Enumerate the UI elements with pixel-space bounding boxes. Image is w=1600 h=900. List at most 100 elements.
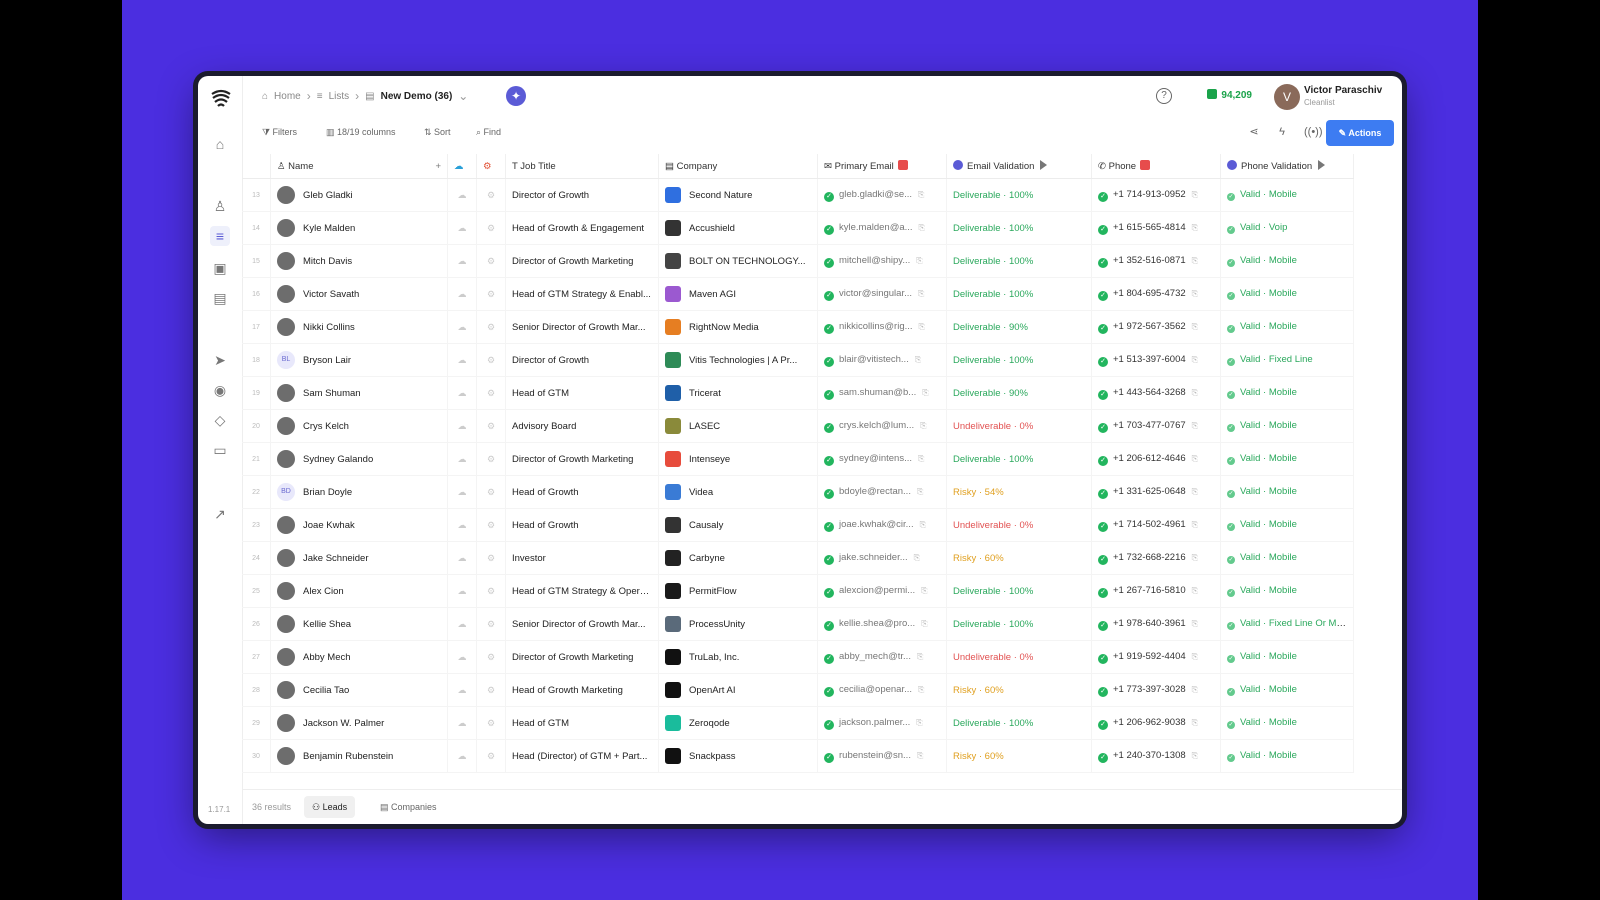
copy-icon[interactable]: ⎘	[919, 322, 925, 331]
header-email-validation[interactable]: Email Validation	[946, 154, 1092, 179]
cell-company[interactable]: Zeroqode	[658, 706, 818, 740]
cell-email-validation[interactable]: Deliverable · 100%	[946, 706, 1092, 740]
cell-phone[interactable]: ✓ +1 352-516-0871 ⎘	[1091, 244, 1221, 278]
copy-icon[interactable]: ⎘	[916, 718, 922, 727]
salesforce-sync-icon[interactable]: ☁	[447, 475, 477, 509]
copy-icon[interactable]: ⎘	[1192, 553, 1198, 562]
copy-icon[interactable]: ⎘	[1192, 388, 1198, 397]
cell-job-title[interactable]: Head of GTM	[505, 376, 659, 410]
help-icon[interactable]: ?	[1156, 88, 1172, 104]
ai-assist-button[interactable]: ✦	[506, 86, 526, 106]
cell-email[interactable]: ✓ blair@vitistech... ⎘	[817, 343, 947, 377]
cell-company[interactable]: Videa	[658, 475, 818, 509]
cell-phone-validation[interactable]: ✓ Valid · Mobile	[1220, 541, 1354, 575]
table-row[interactable]: 22 BD Brian Doyle ☁ ⚙ Head of Growth Vide…	[242, 475, 1354, 509]
hubspot-sync-icon[interactable]: ⚙	[476, 244, 506, 278]
hubspot-sync-icon[interactable]: ⚙	[476, 178, 506, 212]
hubspot-sync-icon[interactable]: ⚙	[476, 508, 506, 542]
cell-company[interactable]: Causaly	[658, 508, 818, 542]
cell-name[interactable]: BL Bryson Lair	[270, 343, 448, 377]
copy-icon[interactable]: ⎘	[918, 190, 924, 199]
cell-company[interactable]: Maven AGI	[658, 277, 818, 311]
copy-icon[interactable]: ⎘	[1192, 718, 1198, 727]
cell-company[interactable]: Intenseye	[658, 442, 818, 476]
cell-phone-validation[interactable]: ✓ Valid · Mobile	[1220, 574, 1354, 608]
cell-name[interactable]: Sam Shuman	[270, 376, 448, 410]
copy-icon[interactable]: ⎘	[1192, 586, 1198, 595]
cell-phone-validation[interactable]: ✓ Valid · Mobile	[1220, 376, 1354, 410]
cell-name[interactable]: Victor Savath	[270, 277, 448, 311]
cell-email[interactable]: ✓ mitchell@shipy... ⎘	[817, 244, 947, 278]
cell-phone[interactable]: ✓ +1 919-592-4404 ⎘	[1091, 640, 1221, 674]
cell-company[interactable]: TruLab, Inc.	[658, 640, 818, 674]
cell-job-title[interactable]: Director of Growth	[505, 178, 659, 212]
copy-icon[interactable]: ⎘	[1192, 751, 1198, 760]
table-row[interactable]: 27 Abby Mech ☁ ⚙ Director of Growth Mark…	[242, 640, 1354, 674]
copy-icon[interactable]: ⎘	[915, 355, 921, 364]
cell-phone[interactable]: ✓ +1 267-716-5810 ⎘	[1091, 574, 1221, 608]
book-icon[interactable]: ▤	[210, 288, 230, 308]
cell-email-validation[interactable]: Deliverable · 90%	[946, 376, 1092, 410]
copy-icon[interactable]: ⎘	[921, 619, 927, 628]
breadcrumb-home[interactable]: Home	[274, 91, 301, 102]
hubspot-sync-icon[interactable]: ⚙	[476, 376, 506, 410]
copy-icon[interactable]: ⎘	[1192, 190, 1198, 199]
cell-name[interactable]: Sydney Galando	[270, 442, 448, 476]
header-primary-email[interactable]: ✉ Primary Email	[817, 154, 947, 179]
cell-email[interactable]: ✓ abby_mech@tr... ⎘	[817, 640, 947, 674]
cell-phone-validation[interactable]: ✓ Valid · Mobile	[1220, 706, 1354, 740]
cell-job-title[interactable]: Advisory Board	[505, 409, 659, 443]
cell-company[interactable]: Accushield	[658, 211, 818, 245]
cell-email[interactable]: ✓ gleb.gladki@se... ⎘	[817, 178, 947, 212]
cell-job-title[interactable]: Director of Growth Marketing	[505, 640, 659, 674]
salesforce-sync-icon[interactable]: ☁	[447, 277, 477, 311]
table-row[interactable]: 18 BL Bryson Lair ☁ ⚙ Director of Growth …	[242, 343, 1354, 377]
cell-company[interactable]: PermitFlow	[658, 574, 818, 608]
cell-phone[interactable]: ✓ +1 714-502-4961 ⎘	[1091, 508, 1221, 542]
table-row[interactable]: 14 Kyle Malden ☁ ⚙ Head of Growth & Enga…	[242, 211, 1354, 245]
header-company[interactable]: ▤ Company	[658, 154, 818, 179]
copy-icon[interactable]: ⎘	[1192, 355, 1198, 364]
cell-phone[interactable]: ✓ +1 732-668-2216 ⎘	[1091, 541, 1221, 575]
send-icon[interactable]: ➤	[210, 350, 230, 370]
copy-icon[interactable]: ⎘	[1192, 619, 1198, 628]
table-row[interactable]: 25 Alex Cion ☁ ⚙ Head of GTM Strategy & …	[242, 574, 1354, 608]
tab-leads[interactable]: ⚇ Leads	[304, 796, 356, 818]
hubspot-sync-icon[interactable]: ⚙	[476, 211, 506, 245]
copy-icon[interactable]: ⎘	[1192, 487, 1198, 496]
cell-name[interactable]: Mitch Davis	[270, 244, 448, 278]
cell-name[interactable]: Benjamin Rubenstein	[270, 739, 448, 773]
breadcrumb-lists[interactable]: Lists	[329, 91, 350, 102]
copy-icon[interactable]: ⎘	[918, 289, 924, 298]
salesforce-sync-icon[interactable]: ☁	[447, 607, 477, 641]
salesforce-sync-icon[interactable]: ☁	[447, 640, 477, 674]
cell-email[interactable]: ✓ alexcion@permi... ⎘	[817, 574, 947, 608]
salesforce-sync-icon[interactable]: ☁	[447, 541, 477, 575]
table-row[interactable]: 16 Victor Savath ☁ ⚙ Head of GTM Strateg…	[242, 277, 1354, 311]
cell-company[interactable]: Second Nature	[658, 178, 818, 212]
cell-email-validation[interactable]: Undeliverable · 0%	[946, 640, 1092, 674]
table-row[interactable]: 24 Jake Schneider ☁ ⚙ Investor Carbyne ✓…	[242, 541, 1354, 575]
play-icon[interactable]	[1318, 160, 1326, 170]
copy-icon[interactable]: ⎘	[917, 652, 923, 661]
cell-phone-validation[interactable]: ✓ Valid · Mobile	[1220, 244, 1354, 278]
chart-icon[interactable]: ↗	[210, 504, 230, 524]
salesforce-sync-icon[interactable]: ☁	[447, 178, 477, 212]
home-icon[interactable]: ⌂	[210, 134, 230, 154]
cell-email-validation[interactable]: Deliverable · 100%	[946, 211, 1092, 245]
copy-icon[interactable]: ⎘	[1192, 421, 1198, 430]
cell-email-validation[interactable]: Risky · 60%	[946, 739, 1092, 773]
cell-job-title[interactable]: Director of Growth Marketing	[505, 244, 659, 278]
copy-icon[interactable]: ⎘	[921, 586, 927, 595]
hubspot-sync-icon[interactable]: ⚙	[476, 673, 506, 707]
tag-icon[interactable]: ◇	[210, 410, 230, 430]
share-icon[interactable]: ⋖	[1246, 124, 1262, 140]
chevron-down-icon[interactable]: ⌄	[458, 89, 468, 103]
cell-job-title[interactable]: Head of GTM	[505, 706, 659, 740]
contacts-icon[interactable]: ♙	[210, 196, 230, 216]
cell-job-title[interactable]: Head of GTM Strategy & Enabl...	[505, 277, 659, 311]
broadcast-icon[interactable]: ((•))	[1304, 124, 1323, 140]
copy-icon[interactable]: ⎘	[914, 553, 920, 562]
salesforce-sync-icon[interactable]: ☁	[447, 211, 477, 245]
header-job-title[interactable]: T Job Title	[505, 154, 659, 179]
